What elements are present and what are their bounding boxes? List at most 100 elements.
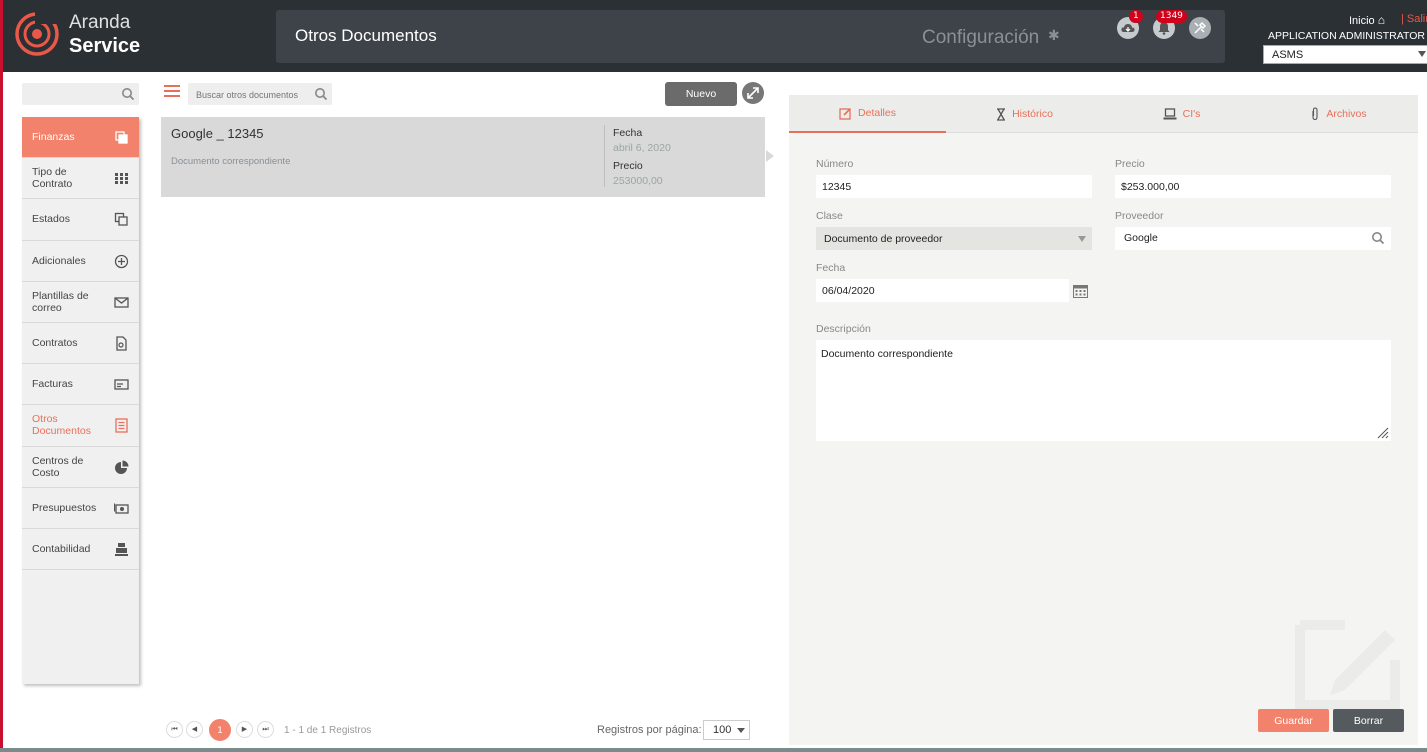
- calendar-icon[interactable]: [1073, 284, 1088, 298]
- fecha-field[interactable]: [816, 279, 1069, 302]
- pagination-info: 1 - 1 de 1 Registros: [284, 725, 372, 736]
- sidebar-item-otros-documentos[interactable]: Otros Documentos: [22, 405, 139, 447]
- new-document-button[interactable]: Nuevo: [665, 82, 737, 106]
- price-value: 253000,00: [613, 175, 663, 187]
- edit-watermark-icon: [1295, 620, 1400, 710]
- sidebar-item-finanzas[interactable]: Finanzas: [22, 117, 139, 159]
- brand-name-line1: Aranda: [69, 12, 131, 33]
- document-icon: [116, 336, 127, 351]
- tab-cis[interactable]: CI's: [1103, 95, 1260, 133]
- user-name: APPLICATION ADMINISTRATOR: [1268, 30, 1425, 42]
- first-page-button[interactable]: ⏮: [166, 721, 183, 738]
- tab-label: Detalles: [858, 107, 896, 119]
- plus-circle-icon: [114, 254, 129, 268]
- tenant-select[interactable]: ASMS: [1263, 45, 1427, 64]
- sidebar-item-label: Presupuestos: [32, 501, 97, 514]
- sidebar-item-label: Adicionales: [32, 254, 86, 267]
- notifications-button[interactable]: 1349: [1153, 10, 1187, 39]
- expand-button[interactable]: [742, 82, 764, 104]
- grid-icon: [115, 173, 128, 185]
- detail-tabs: Detalles Histórico CI's Archivos: [789, 95, 1418, 133]
- logout-link[interactable]: | Salir: [1401, 13, 1427, 25]
- precio-label: Precio: [1115, 158, 1145, 170]
- sidebar-item-plantillas-correo[interactable]: Plantillas de correo: [22, 282, 139, 323]
- sidebar-item-contratos[interactable]: Contratos: [22, 323, 139, 365]
- sidebar-item-presupuestos[interactable]: Presupuestos: [22, 488, 139, 529]
- last-page-button[interactable]: ⏭: [257, 721, 274, 738]
- tab-label: Archivos: [1326, 108, 1367, 120]
- delete-button[interactable]: Borrar: [1333, 709, 1404, 732]
- sidebar-item-centros-costo[interactable]: Centros de Costo: [22, 447, 139, 488]
- home-link[interactable]: Inicio ⌂: [1349, 13, 1385, 27]
- document-title: Google _ 12345: [171, 126, 264, 141]
- card-icon: [114, 379, 129, 390]
- save-button[interactable]: Guardar: [1258, 709, 1329, 732]
- date-value: abril 6, 2020: [613, 142, 671, 154]
- list-search-input[interactable]: [188, 84, 308, 106]
- module-sidebar: Finanzas Tipo de Contrato Estados Adicio…: [22, 117, 139, 684]
- document-description: Documento correspondiente: [171, 156, 291, 167]
- numero-field[interactable]: [816, 175, 1092, 198]
- descripcion-textarea[interactable]: Documento correspondiente: [816, 340, 1391, 441]
- proveedor-field[interactable]: Google: [1115, 227, 1391, 250]
- hourglass-icon: [997, 107, 1006, 121]
- precio-field[interactable]: [1115, 175, 1391, 198]
- aranda-logo-icon: [15, 12, 61, 56]
- document-list-item[interactable]: Google _ 12345 Documento correspondiente…: [161, 117, 765, 197]
- search-icon[interactable]: [121, 87, 135, 101]
- prev-page-button[interactable]: ◀: [186, 721, 203, 738]
- sidebar-item-tipo-contrato[interactable]: Tipo de Contrato: [22, 158, 139, 200]
- tab-archivos[interactable]: Archivos: [1260, 95, 1417, 133]
- sidebar-item-label: Finanzas: [32, 131, 75, 144]
- resize-handle-icon[interactable]: [1377, 427, 1389, 439]
- copy-icon: [115, 131, 128, 144]
- configuration-link[interactable]: Configuración: [922, 27, 1039, 49]
- sidebar-item-label: Contabilidad: [32, 542, 91, 555]
- per-page-select[interactable]: 100: [703, 720, 750, 740]
- menu-toggle-button[interactable]: [164, 85, 180, 99]
- numero-label: Número: [816, 158, 854, 170]
- cloud-icon: [1121, 24, 1135, 32]
- money-icon: [114, 503, 129, 514]
- hamburger-line: [164, 95, 180, 97]
- sidebar-item-label: Estados: [32, 213, 70, 226]
- proveedor-label: Proveedor: [1115, 210, 1164, 222]
- sidebar-item-label: Centros de Costo: [32, 454, 84, 479]
- register-icon: [115, 542, 128, 556]
- search-icon[interactable]: [1371, 231, 1385, 245]
- cloud-notifications-button[interactable]: 1: [1117, 10, 1143, 39]
- card-divider: [604, 125, 605, 187]
- top-header: Aranda Service Otros Documentos Configur…: [3, 0, 1427, 72]
- search-icon[interactable]: [314, 87, 328, 101]
- bottom-edge-bar: [0, 748, 1427, 752]
- next-page-button[interactable]: ▶: [236, 721, 253, 738]
- sidebar-search-input[interactable]: [22, 83, 139, 105]
- expand-arrows-icon: [747, 87, 759, 99]
- mail-icon: [114, 297, 129, 308]
- sidebar-item-estados[interactable]: Estados: [22, 199, 139, 241]
- chevron-down-icon: [1418, 51, 1426, 57]
- descripcion-label: Descripción: [816, 323, 871, 335]
- sidebar-item-facturas[interactable]: Facturas: [22, 364, 139, 406]
- sidebar-item-adicionales[interactable]: Adicionales: [22, 241, 139, 282]
- list-search-box: [188, 83, 332, 106]
- laptop-icon: [1163, 107, 1177, 119]
- paperclip-icon: [1312, 107, 1318, 121]
- tenant-select-value: ASMS: [1272, 49, 1304, 61]
- sidebar-item-contabilidad[interactable]: Contabilidad: [22, 529, 139, 571]
- hamburger-line: [164, 85, 180, 87]
- clase-label: Clase: [816, 210, 843, 222]
- current-page[interactable]: 1: [209, 719, 231, 741]
- per-page-value: 100: [713, 724, 732, 736]
- clase-select[interactable]: Documento de proveedor: [816, 227, 1092, 250]
- tab-historico[interactable]: Histórico: [946, 95, 1103, 133]
- sidebar-item-label: Facturas: [32, 378, 73, 391]
- page-title: Otros Documentos: [295, 26, 437, 45]
- gear-icon[interactable]: ✱: [1048, 28, 1060, 44]
- bell-icon: [1158, 22, 1170, 35]
- tab-label: CI's: [1182, 108, 1201, 120]
- clase-select-value: Documento de proveedor: [824, 233, 943, 245]
- tools-icon: [1194, 21, 1207, 34]
- tools-button[interactable]: [1189, 17, 1211, 39]
- tab-detalles[interactable]: Detalles: [789, 95, 946, 133]
